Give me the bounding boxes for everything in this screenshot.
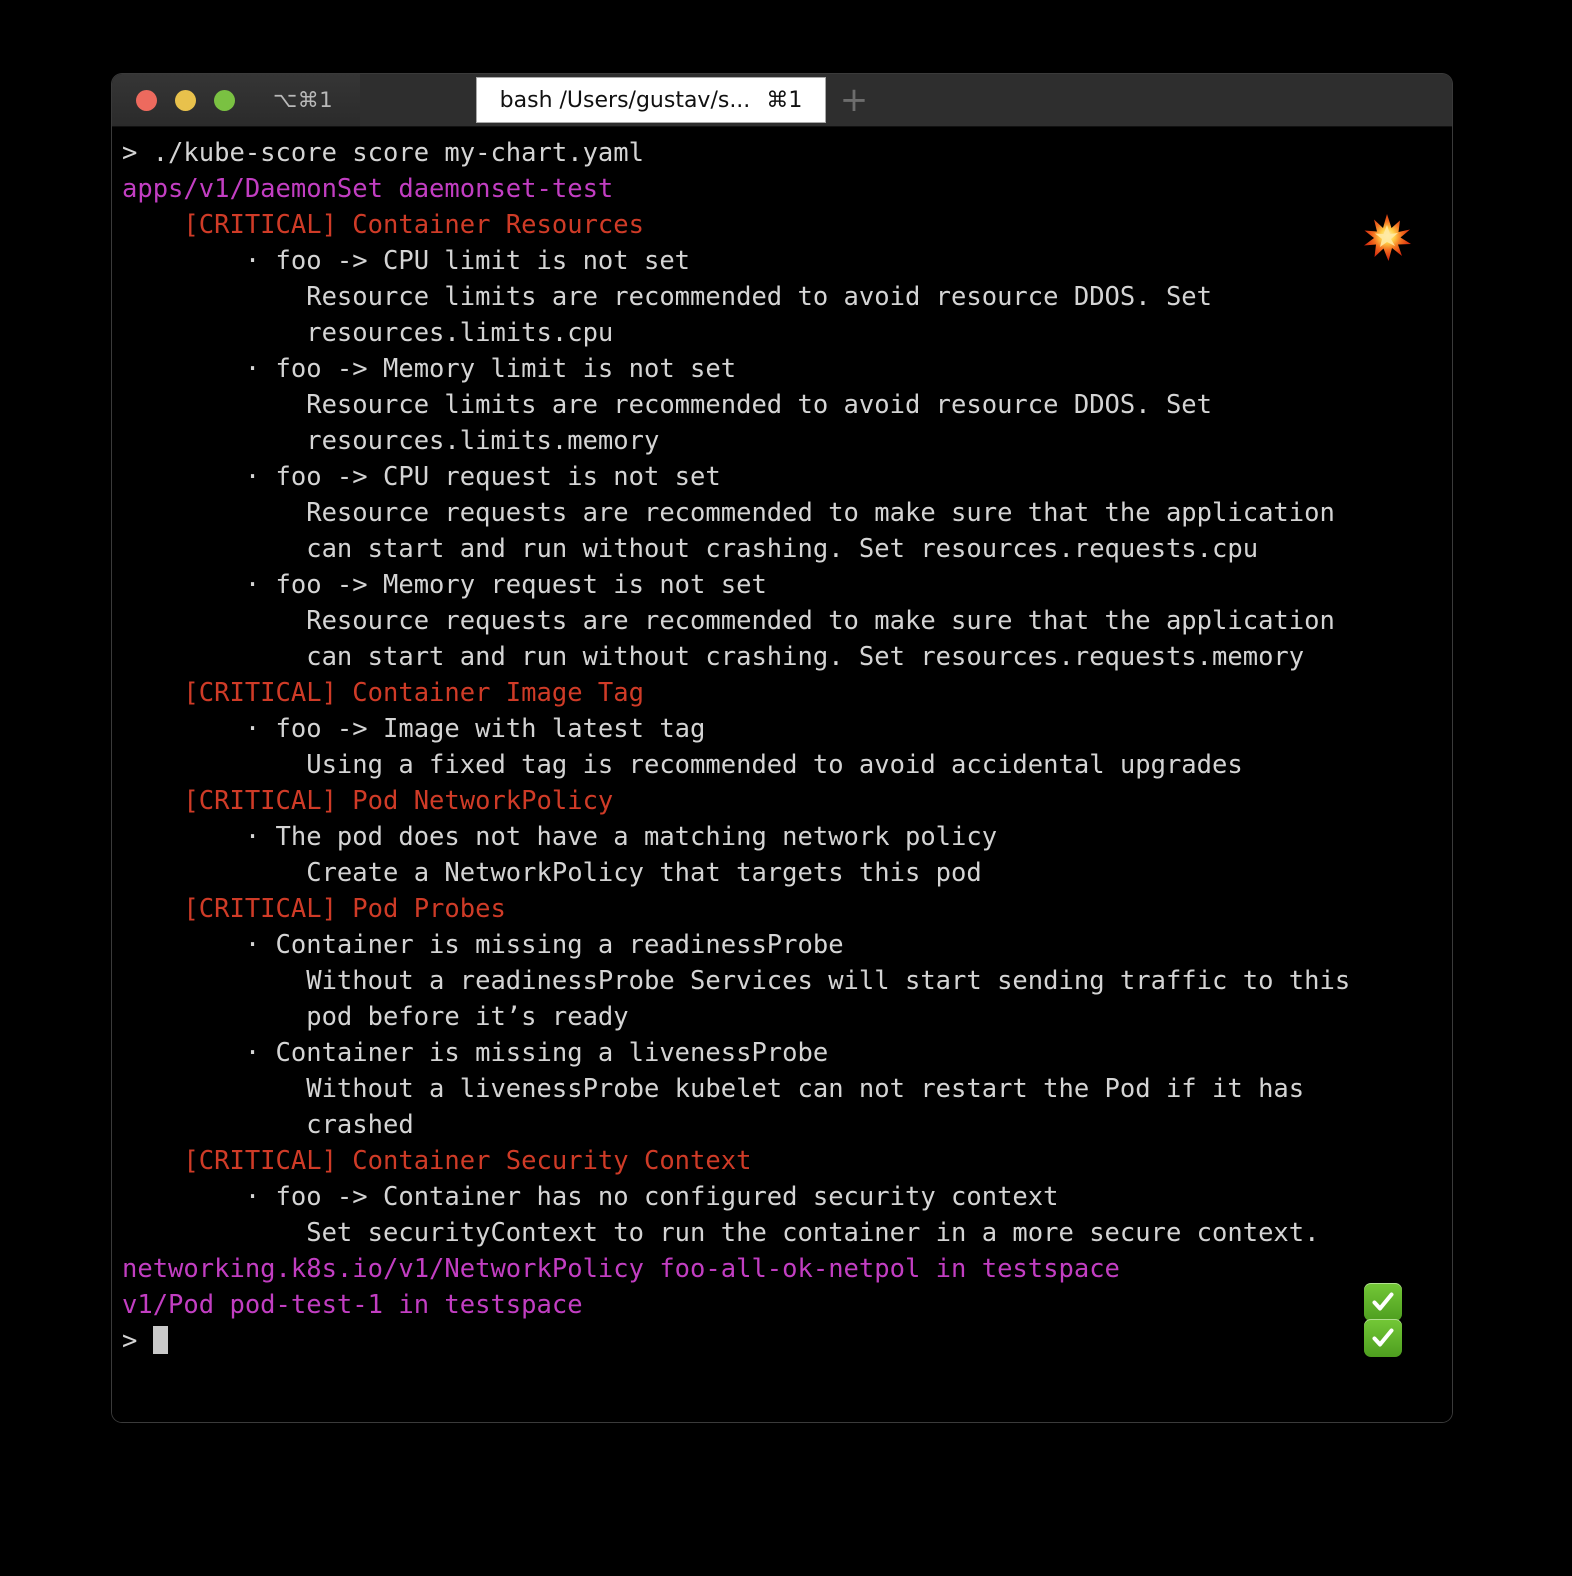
terminal-line: can start and run without crashing. Set …: [122, 639, 1452, 675]
terminal-body[interactable]: > ./kube-score score my-chart.yamlapps/v…: [112, 127, 1452, 1422]
terminal-line: · Container is missing a livenessProbe: [122, 1035, 1452, 1071]
check-mark-button-icon-2: [1364, 1319, 1404, 1359]
terminal-line: [CRITICAL] Container Image Tag: [122, 675, 1452, 711]
terminal-line: · foo -> Memory request is not set: [122, 567, 1452, 603]
terminal-line: resources.limits.memory: [122, 423, 1452, 459]
terminal-window: ⌥⌘1 bash /Users/gustav/s... ⌘1 + > ./kub…: [112, 74, 1452, 1422]
terminal-line: crashed: [122, 1107, 1452, 1143]
tab-bash[interactable]: bash /Users/gustav/s... ⌘1: [476, 77, 826, 123]
new-tab-button[interactable]: +: [826, 74, 882, 126]
terminal-line: > ./kube-score score my-chart.yaml: [122, 135, 1452, 171]
terminal-line: · Container is missing a readinessProbe: [122, 927, 1452, 963]
terminal-line: · foo -> Memory limit is not set: [122, 351, 1452, 387]
tab-strip: bash /Users/gustav/s... ⌘1 +: [360, 74, 1452, 126]
window-shortcut-label: ⌥⌘1: [273, 88, 333, 112]
prompt-symbol: >: [122, 1326, 153, 1356]
text-cursor: [153, 1326, 168, 1354]
terminal-line: Resource limits are recommended to avoid…: [122, 387, 1452, 423]
terminal-prompt-line: >: [122, 1323, 1452, 1359]
terminal-line: · foo -> CPU request is not set: [122, 459, 1452, 495]
terminal-line: · The pod does not have a matching netwo…: [122, 819, 1452, 855]
terminal-line: pod before it’s ready: [122, 999, 1452, 1035]
terminal-line: · foo -> Container has no configured sec…: [122, 1179, 1452, 1215]
tab-shortcut-label: ⌘1: [766, 88, 802, 113]
terminal-line: networking.k8s.io/v1/NetworkPolicy foo-a…: [122, 1251, 1452, 1287]
collision-icon: [1361, 211, 1413, 263]
terminal-output: > ./kube-score score my-chart.yamlapps/v…: [112, 135, 1452, 1359]
terminal-line: [CRITICAL] Pod NetworkPolicy: [122, 783, 1452, 819]
traffic-light-buttons: [112, 90, 235, 111]
terminal-line: Create a NetworkPolicy that targets this…: [122, 855, 1452, 891]
close-window-button[interactable]: [136, 90, 157, 111]
terminal-line: [CRITICAL] Container Resources: [122, 207, 1452, 243]
zoom-window-button[interactable]: [214, 90, 235, 111]
terminal-line: [CRITICAL] Pod Probes: [122, 891, 1452, 927]
terminal-line: Resource requests are recommended to mak…: [122, 495, 1452, 531]
terminal-line: Without a livenessProbe kubelet can not …: [122, 1071, 1452, 1107]
terminal-line: resources.limits.cpu: [122, 315, 1452, 351]
terminal-line: can start and run without crashing. Set …: [122, 531, 1452, 567]
terminal-line: Resource limits are recommended to avoid…: [122, 279, 1452, 315]
terminal-line: Resource requests are recommended to mak…: [122, 603, 1452, 639]
terminal-line: apps/v1/DaemonSet daemonset-test: [122, 171, 1452, 207]
screen: ⌥⌘1 bash /Users/gustav/s... ⌘1 + > ./kub…: [0, 0, 1572, 1576]
terminal-line: Using a fixed tag is recommended to avoi…: [122, 747, 1452, 783]
terminal-line: · foo -> Image with latest tag: [122, 711, 1452, 747]
check-mark-button-icon-1: [1364, 1283, 1404, 1323]
terminal-line: · foo -> CPU limit is not set: [122, 243, 1452, 279]
terminal-line: Set securityContext to run the container…: [122, 1215, 1452, 1251]
terminal-line: v1/Pod pod-test-1 in testspace: [122, 1287, 1452, 1323]
minimize-window-button[interactable]: [175, 90, 196, 111]
terminal-line: [CRITICAL] Container Security Context: [122, 1143, 1452, 1179]
tab-title: bash /Users/gustav/s...: [500, 88, 751, 113]
terminal-line: Without a readinessProbe Services will s…: [122, 963, 1452, 999]
window-titlebar: ⌥⌘1 bash /Users/gustav/s... ⌘1 +: [112, 74, 1452, 127]
